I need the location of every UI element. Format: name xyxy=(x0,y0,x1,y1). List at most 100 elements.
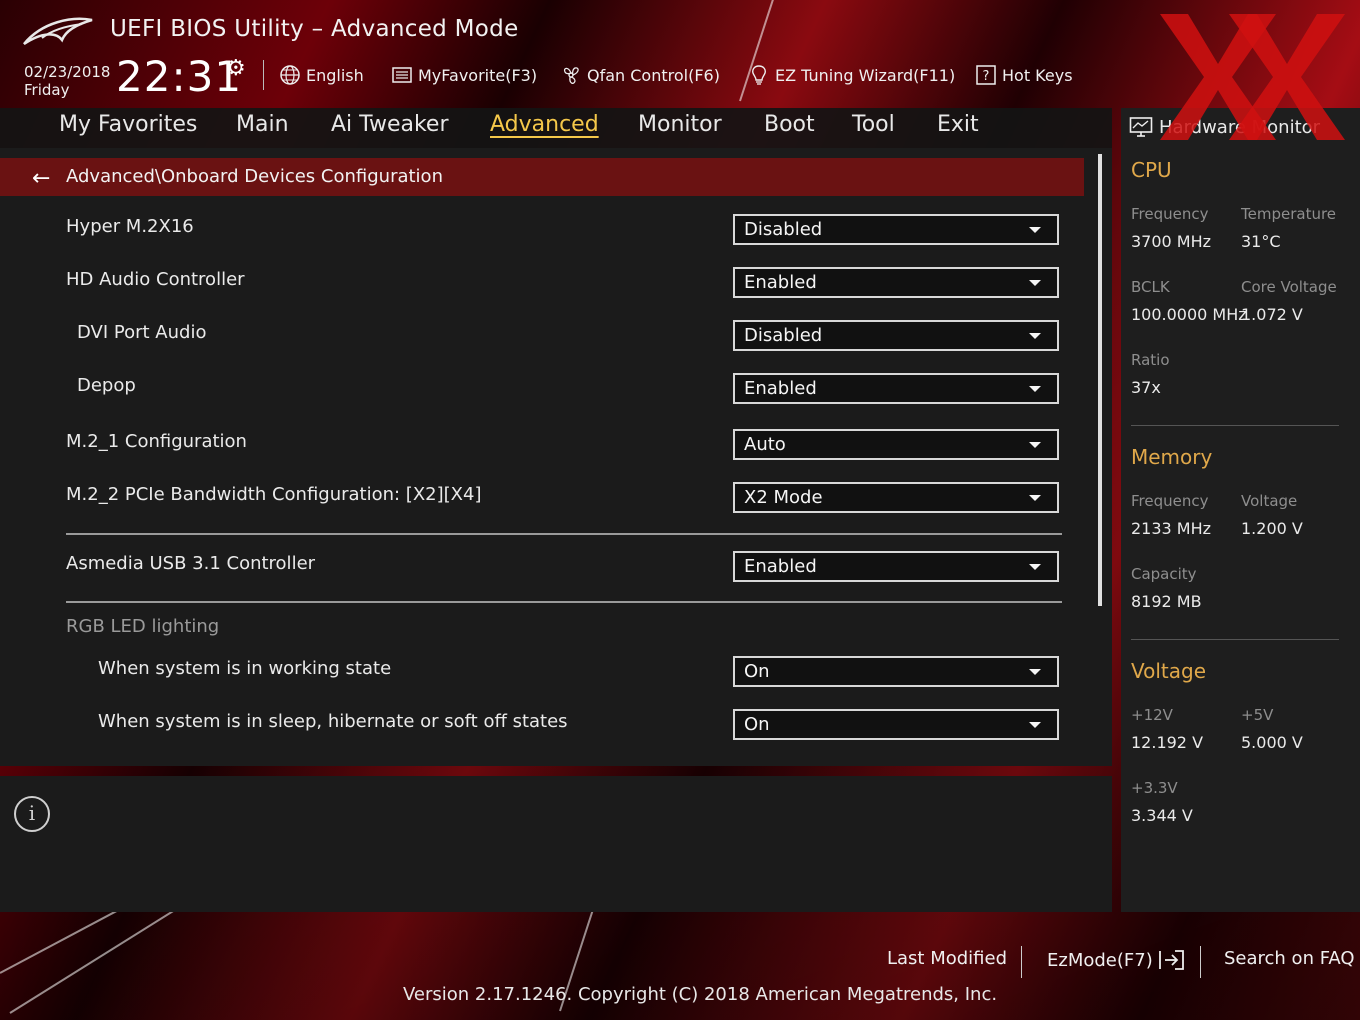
m2-1-configuration-select[interactable]: Auto xyxy=(733,429,1059,460)
breadcrumb-path: Advanced\Onboard Devices Configuration xyxy=(66,166,443,187)
fan-icon xyxy=(563,67,579,84)
footer-separator xyxy=(1200,946,1201,978)
bclk-value: 100.0000 MHz xyxy=(1131,305,1247,324)
ez-tuning-label: EZ Tuning Wizard(F11) xyxy=(775,65,956,85)
depop-select[interactable]: Enabled xyxy=(733,373,1059,404)
hd-audio-controller-select[interactable]: Enabled xyxy=(733,267,1059,298)
setting-label: Asmedia USB 3.1 Controller xyxy=(66,553,316,574)
voltage-heading: Voltage xyxy=(1131,659,1207,683)
settings-panel: ← Advanced\Onboard Devices Configuration… xyxy=(0,148,1112,766)
exit-arrow-icon xyxy=(1158,950,1184,970)
hot-keys-label: Hot Keys xyxy=(1002,65,1073,85)
qfan-control-button[interactable]: Qfan Control(F6) xyxy=(560,62,720,88)
info-icon: i xyxy=(14,796,50,832)
weekday: Friday xyxy=(24,81,70,99)
memory-frequency-value: 2133 MHz xyxy=(1131,519,1212,538)
caret-down-icon xyxy=(1029,227,1041,233)
v33-label: +3.3V xyxy=(1131,779,1178,797)
language-button[interactable]: English xyxy=(279,62,364,88)
ezmode-label: EzMode(F7) xyxy=(1047,949,1153,971)
gear-icon[interactable]: ⚙ xyxy=(226,56,246,81)
rgb-working-state-select[interactable]: On xyxy=(733,656,1059,687)
rgb-sleep-state-select[interactable]: On xyxy=(733,709,1059,740)
m2-2-pcie-bandwidth-select[interactable]: X2 Mode xyxy=(733,482,1059,513)
scrollbar[interactable] xyxy=(1098,154,1102,606)
caret-down-icon xyxy=(1029,333,1041,339)
rgb-section-heading: RGB LED lighting xyxy=(66,616,220,637)
ez-tuning-wizard-button[interactable]: EZ Tuning Wizard(F11) xyxy=(748,62,955,88)
caret-down-icon xyxy=(1029,386,1041,392)
hot-keys-button[interactable]: ? Hot Keys xyxy=(975,62,1073,88)
asmedia-usb31-select[interactable]: Enabled xyxy=(733,551,1059,582)
rog-logo xyxy=(23,17,93,46)
memory-heading: Memory xyxy=(1131,445,1213,469)
dvi-port-audio-select[interactable]: Disabled xyxy=(733,320,1059,351)
caret-down-icon xyxy=(1029,280,1041,286)
search-faq-label: Search on FAQ xyxy=(1224,948,1355,969)
section-rule xyxy=(1131,639,1339,640)
tab-my-favorites[interactable]: My Favorites xyxy=(59,112,197,137)
myfavorite-button[interactable]: MyFavorite(F3) xyxy=(391,62,537,88)
header-separator xyxy=(263,60,264,90)
select-value: Enabled xyxy=(744,272,817,293)
section-rule xyxy=(1131,425,1339,426)
v12-label: +12V xyxy=(1131,706,1173,724)
last-modified-label: Last Modified xyxy=(887,948,1008,969)
list-icon xyxy=(392,67,412,83)
ratio-label: Ratio xyxy=(1131,351,1170,369)
core-voltage-value: 1.072 V xyxy=(1241,305,1303,324)
caret-down-icon xyxy=(1029,722,1041,728)
select-value: X2 Mode xyxy=(744,487,823,508)
setting-label: When system is in working state xyxy=(98,658,392,679)
memory-voltage-value: 1.200 V xyxy=(1241,519,1303,538)
back-arrow-icon[interactable]: ← xyxy=(32,166,50,191)
caret-down-icon xyxy=(1029,495,1041,501)
footer-separator xyxy=(1021,946,1022,978)
tab-advanced[interactable]: Advanced xyxy=(490,112,599,137)
cpu-frequency-value: 3700 MHz xyxy=(1131,232,1212,251)
search-on-faq-button[interactable]: Search on FAQ xyxy=(1224,948,1355,969)
tab-monitor[interactable]: Monitor xyxy=(638,112,722,137)
tab-tool[interactable]: Tool xyxy=(852,112,895,137)
capacity-label: Capacity xyxy=(1131,565,1197,583)
select-value: Disabled xyxy=(744,219,823,240)
setting-label: Hyper M.2X16 xyxy=(66,216,194,237)
tab-ai-tweaker[interactable]: Ai Tweaker xyxy=(331,112,449,137)
svg-text:?: ? xyxy=(983,69,990,84)
last-modified-button[interactable]: Last Modified xyxy=(887,948,1007,969)
tab-exit[interactable]: Exit xyxy=(937,112,979,137)
ezmode-button[interactable]: EzMode(F7) xyxy=(1047,948,1187,972)
tab-main[interactable]: Main xyxy=(236,112,289,137)
info-panel: i xyxy=(0,776,1112,912)
v12-value: 12.192 V xyxy=(1131,733,1204,752)
cpu-heading: CPU xyxy=(1131,158,1172,182)
app-title: UEFI BIOS Utility – Advanced Mode xyxy=(110,16,519,42)
select-value: Enabled xyxy=(744,378,817,399)
caret-down-icon xyxy=(1029,669,1041,675)
select-value: Disabled xyxy=(744,325,823,346)
version-text: Version 2.17.1246. Copyright (C) 2018 Am… xyxy=(403,984,998,1005)
memory-voltage-label: Voltage xyxy=(1241,492,1298,510)
setting-label: M.2_2 PCIe Bandwidth Configuration: [X2]… xyxy=(66,484,482,505)
caret-down-icon xyxy=(1029,442,1041,448)
myfavorite-label: MyFavorite(F3) xyxy=(418,65,538,85)
language-label: English xyxy=(306,65,364,85)
section-divider xyxy=(66,601,1062,603)
select-value: Auto xyxy=(744,434,786,455)
monitor-icon xyxy=(1129,117,1153,137)
tab-boot[interactable]: Boot xyxy=(764,112,815,137)
header: UEFI BIOS Utility – Advanced Mode 02/23/… xyxy=(0,0,1360,108)
qfan-label: Qfan Control(F6) xyxy=(587,65,720,85)
ratio-value: 37x xyxy=(1131,378,1161,397)
select-value: Enabled xyxy=(744,556,817,577)
date: 02/23/2018 xyxy=(24,63,111,81)
setting-label: Depop xyxy=(77,375,136,396)
section-divider xyxy=(66,533,1062,535)
hyper-m2x16-select[interactable]: Disabled xyxy=(733,214,1059,245)
memory-frequency-label: Frequency xyxy=(1131,492,1209,510)
core-voltage-label: Core Voltage xyxy=(1241,278,1337,296)
setting-label: HD Audio Controller xyxy=(66,269,245,290)
setting-label: DVI Port Audio xyxy=(77,322,207,343)
breadcrumb: ← Advanced\Onboard Devices Configuration xyxy=(0,158,1084,196)
main-tab-bar: My Favorites Main Ai Tweaker Advanced Mo… xyxy=(0,108,1112,148)
